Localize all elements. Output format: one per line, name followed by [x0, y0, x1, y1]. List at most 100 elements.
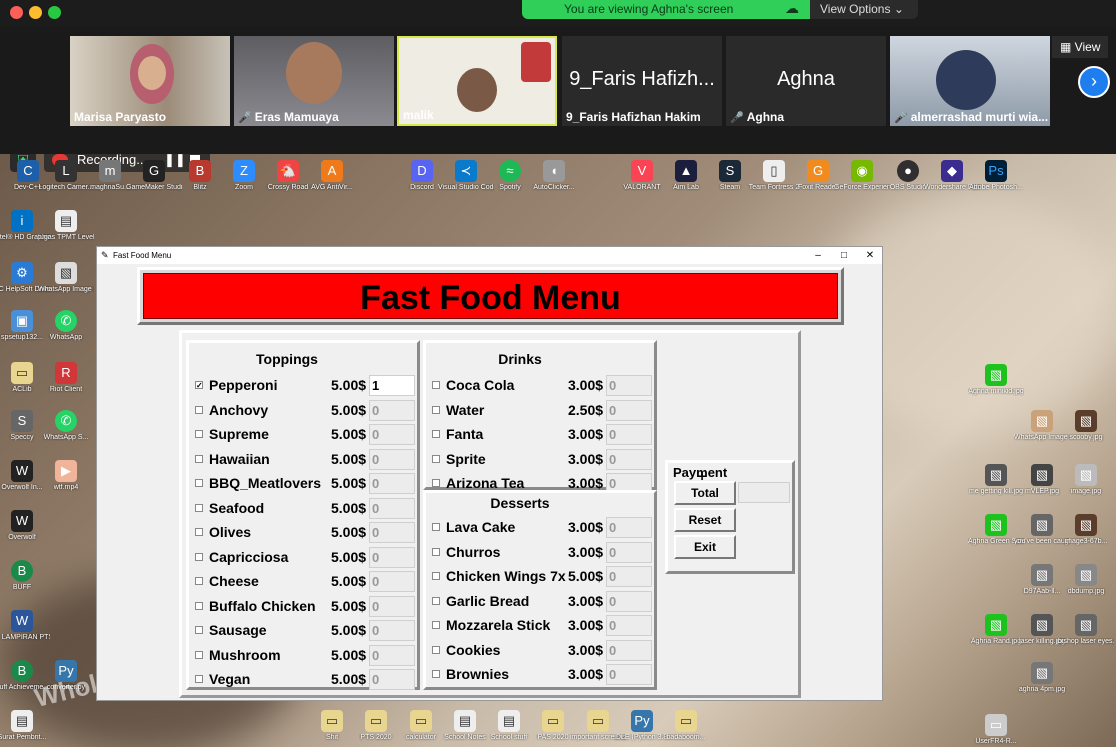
desktop-icon[interactable]: R Riot Client	[38, 362, 94, 394]
toppings-item-quantity-input[interactable]: 0	[369, 644, 415, 666]
desktop-icon[interactable]: ▧ image.jpg	[1058, 464, 1114, 496]
desserts-item-checkbox[interactable]	[432, 596, 440, 605]
toppings-item-quantity-input[interactable]: 0	[369, 571, 415, 592]
window-title-bar[interactable]: ✎ Fast Food Menu – □ ✕	[97, 247, 882, 264]
toppings-item-checkbox[interactable]	[195, 650, 203, 659]
participant-tile[interactable]: Aghna 🎤 Aghna	[726, 36, 886, 126]
folder-icon: ▭	[410, 710, 432, 732]
app-icon: ⚙	[11, 262, 33, 284]
toppings-item-checkbox[interactable]	[195, 503, 203, 512]
desserts-item-checkbox[interactable]	[432, 670, 440, 678]
background-object	[521, 42, 551, 82]
toppings-item-checkbox[interactable]	[195, 577, 203, 585]
close-window-icon[interactable]	[10, 6, 23, 19]
drinks-item-checkbox[interactable]	[432, 479, 440, 487]
view-options-button[interactable]: View Options ⌄	[810, 0, 918, 19]
desktop-icon[interactable]: ▭ UserFR4-R...	[968, 714, 1024, 746]
toppings-item-quantity-input[interactable]: 0	[369, 595, 415, 617]
toppings-item-checkbox[interactable]	[195, 552, 203, 561]
desktop-icon[interactable]: ▧ Aghna minikid.jpg	[968, 364, 1024, 396]
toppings-item-checkbox[interactable]	[195, 528, 203, 536]
toppings-item-checkbox[interactable]	[195, 626, 203, 634]
desktop-icon[interactable]: ✆ WhatsApp S...	[38, 410, 94, 442]
desktop-icon[interactable]: ✆ WhatsApp	[38, 310, 94, 342]
drinks-item-checkbox[interactable]	[432, 430, 440, 438]
gallery-view-button[interactable]: ▦ View	[1052, 36, 1108, 58]
drinks-item-checkbox[interactable]	[432, 405, 440, 414]
desktop-icon[interactable]: ▤ tugas TPMT Level 3.pdf	[38, 210, 94, 242]
toppings-item-quantity-input[interactable]: 0	[369, 448, 415, 470]
desserts-item-checkbox[interactable]	[432, 547, 440, 556]
drinks-item-checkbox[interactable]	[432, 381, 440, 389]
desktop-icon[interactable]: ▤ Surat Pembrit...	[0, 710, 50, 742]
drinks-item-quantity-input[interactable]: 0	[606, 424, 652, 445]
toppings-item-checkbox[interactable]	[195, 675, 203, 683]
next-page-button[interactable]: ›	[1078, 66, 1110, 98]
toppings-item-quantity-input[interactable]: 0	[369, 546, 415, 568]
desktop-icon[interactable]: ▧ image3-67b...	[1058, 514, 1114, 546]
desserts-item-quantity-input[interactable]: 0	[606, 664, 652, 685]
toppings-item-quantity-input[interactable]: 0	[369, 669, 415, 690]
desktop-icon[interactable]: ▧ scooby.jpg	[1058, 410, 1114, 442]
maximize-window-icon[interactable]	[48, 6, 61, 19]
participant-face	[286, 42, 342, 104]
participant-tile-active-speaker[interactable]: malik	[397, 36, 557, 126]
toppings-item-quantity-input[interactable]: 0	[369, 473, 415, 494]
desktop-icon[interactable]: Ps Adobe Photosh...	[968, 160, 1024, 192]
drinks-item-checkbox[interactable]	[432, 454, 440, 463]
drinks-item-quantity-input[interactable]: 0	[606, 399, 652, 421]
participant-tile[interactable]: Marisa Paryasto	[70, 36, 230, 126]
minimize-window-icon[interactable]	[29, 6, 42, 19]
desserts-item-checkbox[interactable]	[432, 523, 440, 531]
toppings-item-checkbox[interactable]	[195, 454, 203, 463]
drinks-item-quantity-input[interactable]: 0	[606, 375, 652, 396]
desktop-icon-label: scooby.jpg	[1069, 434, 1103, 441]
desktop-icon[interactable]: ▧ bishop laser eyes.jpg	[1058, 614, 1114, 646]
maximize-button[interactable]: □	[831, 247, 857, 264]
exit-button[interactable]: Exit	[674, 535, 736, 559]
desserts-item-quantity-input[interactable]: 0	[606, 517, 652, 538]
desktop-icon[interactable]: B BUFF	[0, 560, 50, 592]
cloud-icon[interactable]: ☁	[785, 0, 799, 18]
drinks-item-quantity-input[interactable]: 0	[606, 448, 652, 470]
desktop-icon[interactable]: ▧ WhatsApp Image 2021...	[38, 262, 94, 294]
desktop-icon[interactable]: ▧ dbdump.jpg	[1058, 564, 1114, 596]
toppings-item-quantity-input[interactable]: 0	[369, 620, 415, 641]
desserts-item-quantity-input[interactable]: 0	[606, 590, 652, 612]
desktop-icon[interactable]: ▧ aghna 4pm.jpg	[1014, 662, 1070, 694]
toppings-item-quantity-input[interactable]: 1	[369, 375, 415, 396]
toppings-item-name: Buffalo Chicken	[209, 597, 316, 614]
desserts-item-quantity-input[interactable]: 0	[606, 639, 652, 661]
desktop-icon[interactable]: A AVG AntiVir...	[304, 160, 360, 192]
participant-tile[interactable]: 🎤 Eras Mamuaya	[234, 36, 394, 126]
desserts-item-checkbox[interactable]	[432, 645, 440, 654]
desktop-icon[interactable]: ▭ badaboom...	[658, 710, 714, 742]
total-button[interactable]: Total	[674, 481, 736, 505]
desserts-item-checkbox[interactable]	[432, 621, 440, 629]
desserts-item-row: Cookies 3.00$ 0	[432, 639, 654, 662]
desserts-item-quantity-input[interactable]: 0	[606, 615, 652, 636]
toppings-item-quantity-input[interactable]: 0	[369, 522, 415, 543]
desktop-icon[interactable]: ◖ AutoClicker...	[526, 160, 582, 192]
desserts-item-quantity-input[interactable]: 0	[606, 566, 652, 587]
minimize-button[interactable]: –	[805, 247, 831, 264]
toppings-item-name: Pepperoni	[209, 377, 278, 393]
participant-tile[interactable]: 9_Faris Hafizh... 9_Faris Hafizhan Hakim	[562, 36, 722, 126]
toppings-item-quantity-input[interactable]: 0	[369, 424, 415, 445]
toppings-item-checkbox[interactable]	[195, 405, 203, 414]
desktop-icon[interactable]: W Overwolf	[0, 510, 50, 542]
toppings-item-quantity-input[interactable]: 0	[369, 399, 415, 421]
toppings-item-checkbox[interactable]	[195, 430, 203, 438]
participant-tile[interactable]: 🎤 almerrashad murti wia...	[890, 36, 1050, 126]
desktop-icon[interactable]: W 7. LAMPIRAN PTS GANJIL...	[0, 610, 50, 642]
desserts-item-checkbox[interactable]	[432, 572, 440, 580]
reset-button[interactable]: Reset	[674, 508, 736, 532]
close-button[interactable]: ✕	[857, 247, 883, 264]
zoom-title-bar: You are viewing Aghna's screen ☁ View Op…	[0, 0, 1116, 26]
toppings-item-checkbox[interactable]: ✓	[195, 381, 203, 390]
desserts-item-quantity-input[interactable]: 0	[606, 541, 652, 563]
desktop-icon[interactable]: ▶ wtf.mp4	[38, 460, 94, 492]
toppings-item-checkbox[interactable]	[195, 479, 203, 487]
toppings-item-checkbox[interactable]	[195, 601, 203, 610]
toppings-item-name: BBQ_Meatlovers	[209, 475, 322, 491]
